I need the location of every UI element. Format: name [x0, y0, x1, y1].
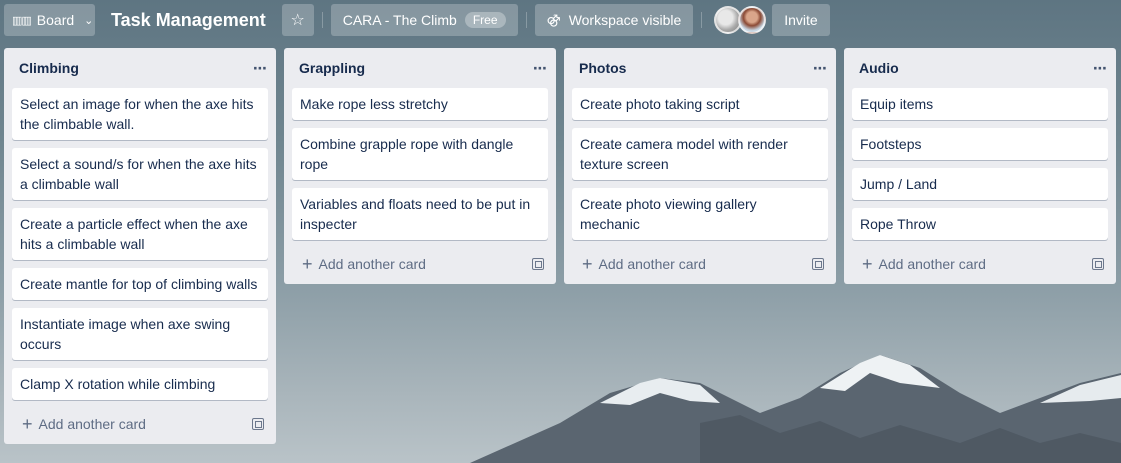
card-template-icon[interactable] — [1092, 258, 1104, 270]
divider — [525, 12, 527, 28]
card[interactable]: Create photo taking script — [572, 88, 828, 120]
workspace-name: CARA - The Climb — [342, 12, 457, 28]
board-view-label: Board — [36, 12, 75, 28]
board-title[interactable]: Task Management — [111, 10, 266, 31]
board-header: ▥▥ Board ⌄ Task Management ☆ CARA - The … — [0, 0, 1121, 40]
list-footer: + Add another card — [284, 248, 556, 280]
card[interactable]: Make rope less stretchy — [292, 88, 548, 120]
ellipsis-icon[interactable]: ⋯ — [1093, 60, 1108, 77]
list-grappling: Grappling ⋯ Make rope less stretchy Combine… — [284, 48, 556, 284]
visibility-label: Workspace visible — [568, 12, 682, 28]
card[interactable]: Instantiate image when axe swing occurs — [12, 308, 268, 360]
people-icon: ⚣ — [546, 12, 561, 27]
card[interactable]: Clamp X rotation while climbing — [12, 368, 268, 400]
avatar[interactable] — [738, 6, 767, 34]
card-template-icon[interactable] — [532, 258, 544, 270]
add-card-button[interactable]: + Add another card — [862, 255, 986, 273]
list-header: Grappling ⋯ — [284, 48, 556, 88]
card[interactable]: Variables and floats need to be put in i… — [292, 188, 548, 240]
visibility-button[interactable]: ⚣ Workspace visible — [534, 4, 694, 36]
add-card-button[interactable]: + Add another card — [582, 255, 706, 273]
card[interactable]: Equip items — [852, 88, 1108, 120]
list-audio: Audio ⋯ Equip items Footsteps Jump / Land Rop… — [844, 48, 1116, 284]
card[interactable]: Create camera model with render texture … — [572, 128, 828, 180]
plus-icon: + — [22, 414, 33, 434]
list-header: Audio ⋯ — [844, 48, 1116, 88]
add-card-button[interactable]: + Add another card — [22, 415, 146, 433]
card[interactable]: Create a particle effect when the axe hi… — [12, 208, 268, 260]
card-template-icon[interactable] — [252, 418, 264, 430]
card-template-icon[interactable] — [812, 258, 824, 270]
star-button[interactable]: ☆ — [281, 4, 314, 36]
list-title[interactable]: Audio — [859, 60, 899, 76]
ellipsis-icon[interactable]: ⋯ — [813, 60, 828, 77]
plus-icon: + — [582, 254, 593, 274]
list-footer: + Add another card — [564, 248, 836, 280]
ellipsis-icon[interactable]: ⋯ — [533, 60, 548, 77]
list-title[interactable]: Climbing — [19, 60, 79, 76]
star-icon: ☆ — [290, 12, 305, 29]
plus-icon: + — [862, 254, 873, 274]
add-card-button[interactable]: + Add another card — [302, 255, 426, 273]
add-card-label: Add another card — [38, 416, 146, 432]
workspace-button[interactable]: CARA - The Climb Free — [330, 4, 518, 36]
card[interactable]: Footsteps — [852, 128, 1108, 160]
board-icon: ▥▥ — [12, 14, 32, 27]
card[interactable]: Create mantle for top of climbing walls — [12, 268, 268, 300]
list-footer: + Add another card — [4, 408, 276, 440]
divider — [321, 12, 323, 28]
divider — [701, 12, 703, 28]
list-photos: Photos ⋯ Create photo taking script Create … — [564, 48, 836, 284]
card[interactable]: Select an image for when the axe hits th… — [12, 88, 268, 140]
card[interactable]: Create photo viewing gallery mechanic — [572, 188, 828, 240]
member-avatars — [714, 6, 767, 34]
list-header: Photos ⋯ — [564, 48, 836, 88]
list-header: Climbing ⋯ — [4, 48, 276, 88]
invite-button[interactable]: Invite — [772, 4, 830, 36]
board-view-switcher[interactable]: ▥▥ Board ⌄ — [4, 4, 95, 36]
add-card-label: Add another card — [598, 256, 706, 272]
add-card-label: Add another card — [318, 256, 426, 272]
add-card-label: Add another card — [878, 256, 986, 272]
ellipsis-icon[interactable]: ⋯ — [253, 60, 268, 77]
card[interactable]: Select a sound/s for when the axe hits a… — [12, 148, 268, 200]
list-climbing: Climbing ⋯ Select an image for when the ax… — [4, 48, 276, 444]
list-footer: + Add another card — [844, 248, 1116, 280]
card[interactable]: Jump / Land — [852, 168, 1108, 200]
card[interactable]: Rope Throw — [852, 208, 1108, 240]
list-title[interactable]: Grappling — [299, 60, 365, 76]
card[interactable]: Combine grapple rope with dangle rope — [292, 128, 548, 180]
list-title[interactable]: Photos — [579, 60, 626, 76]
workspace-badge: Free — [464, 12, 506, 28]
plus-icon: + — [302, 254, 313, 274]
chevron-down-icon: ⌄ — [84, 14, 94, 27]
